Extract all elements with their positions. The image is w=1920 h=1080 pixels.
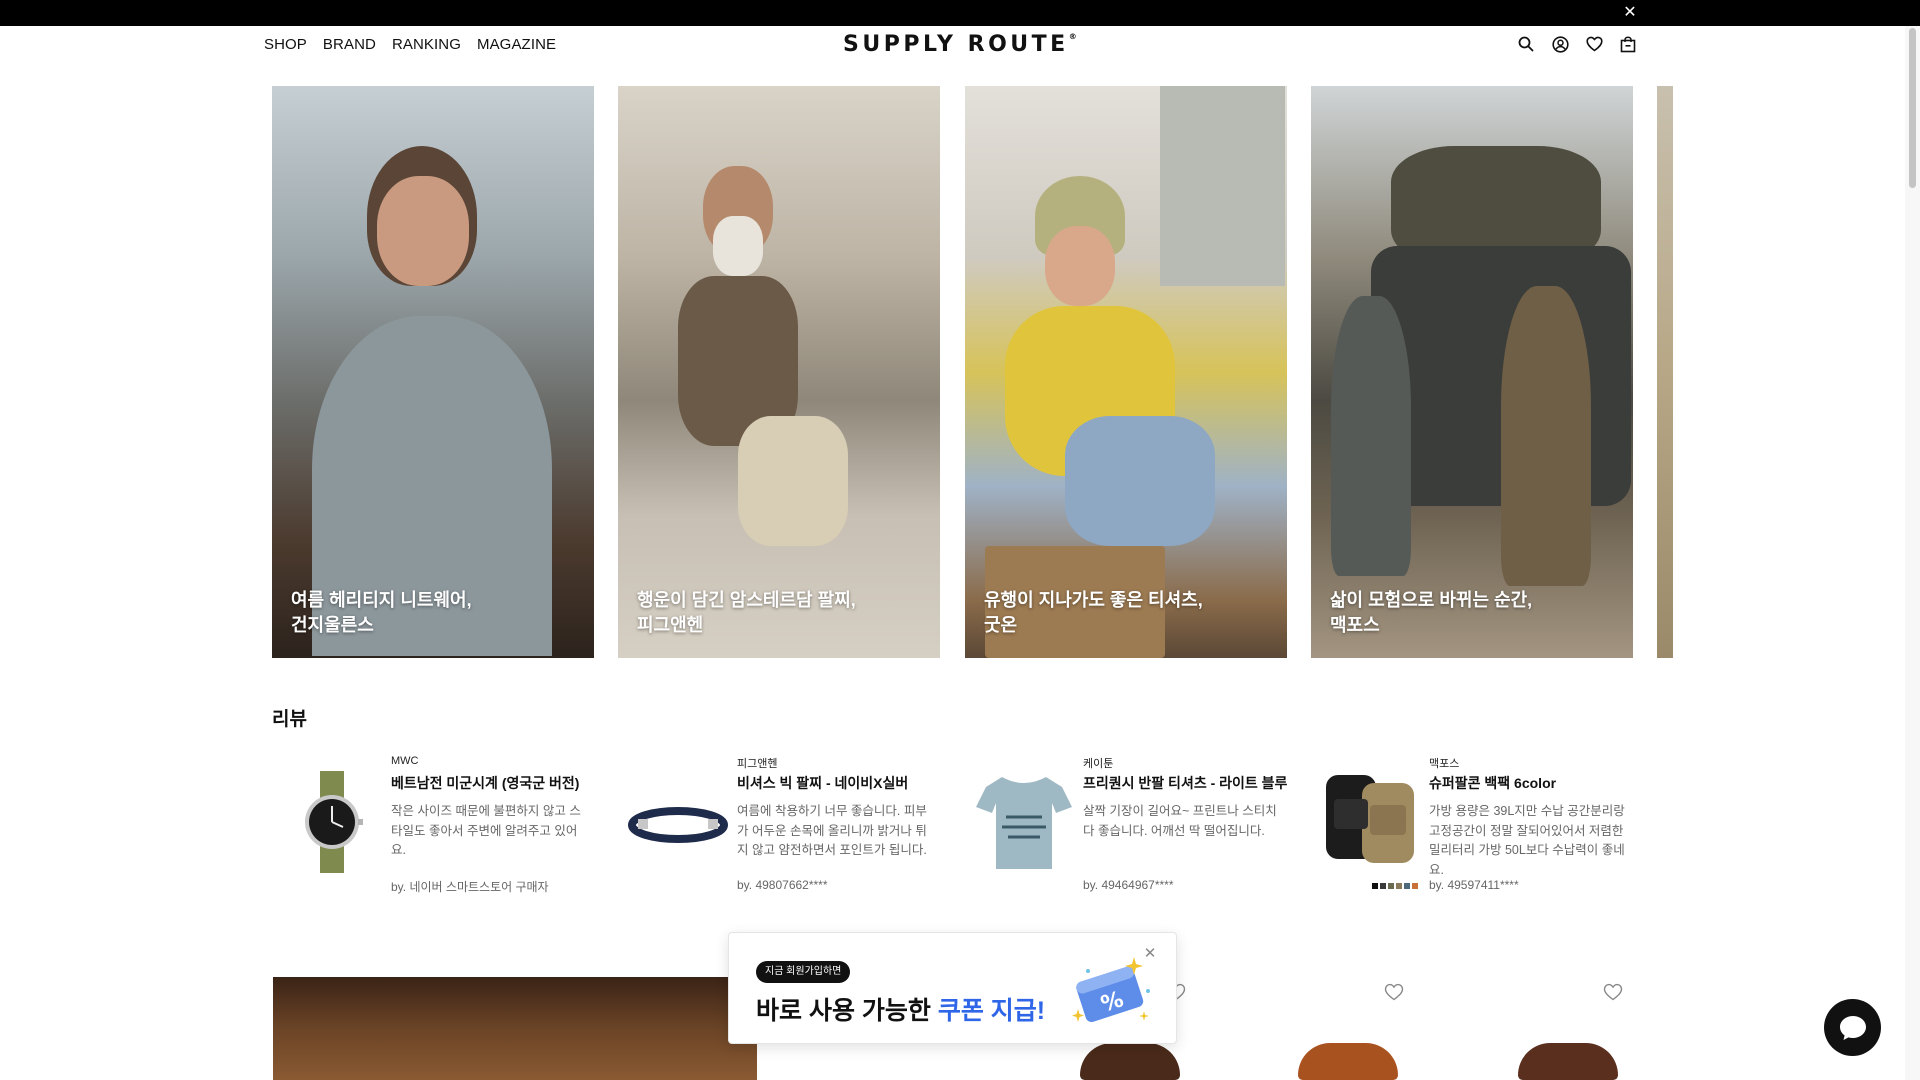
logo-registered-mark: ® <box>1068 32 1077 41</box>
review-text: 살짝 기장이 길어요~ 프린트나 스티치 다 좋습니다. 어깨선 딱 떨어집니다… <box>1083 804 1277 838</box>
review-item[interactable]: MWC 베트남전 미군시계 (영국군 버전) 작은 사이즈 때문에 불편하지 않… <box>272 755 594 900</box>
carousel-card-partial[interactable] <box>1657 86 1673 658</box>
card-image <box>1311 86 1633 658</box>
review-author: by. 49597411**** <box>1429 878 1519 892</box>
card-image <box>965 86 1287 658</box>
carousel-card[interactable]: 삶이 모험으로 바뀌는 순간, 맥포스 <box>1311 86 1633 658</box>
card-caption: 유행이 지나가도 좋은 티셔츠, 굿온 <box>984 588 1203 638</box>
product-thumbnail-bracelet <box>626 769 730 875</box>
review-product-name[interactable]: 슈퍼팔콘 백팩 6color <box>1429 773 1556 793</box>
announcement-close-button[interactable]: ✕ <box>1620 3 1640 23</box>
carousel-card[interactable]: 유행이 지나가도 좋은 티셔츠, 굿온 <box>965 86 1287 658</box>
product-image-shoe[interactable] <box>1518 1043 1618 1080</box>
page-scrollbar[interactable] <box>1905 26 1920 1080</box>
product-image-shoe[interactable] <box>1298 1043 1398 1080</box>
swatch[interactable] <box>1388 883 1394 889</box>
product-thumbnail-watch <box>280 769 384 875</box>
search-icon[interactable] <box>1516 34 1536 54</box>
review-author: by. 49464967**** <box>1083 878 1174 892</box>
swatch[interactable] <box>1412 883 1418 889</box>
review-author: by. 49807662**** <box>737 878 828 892</box>
caption-line: 유행이 지나가도 좋은 티셔츠, <box>984 590 1203 610</box>
coupon-icon: % <box>1068 951 1154 1031</box>
review-product-name[interactable]: 베트남전 미군시계 (영국군 버전) <box>391 773 579 793</box>
main-nav: SHOP BRAND RANKING MAGAZINE <box>264 36 556 53</box>
feature-banner-image[interactable] <box>273 977 757 1080</box>
review-brand: 맥포스 <box>1429 758 1460 770</box>
reviews-list: MWC 베트남전 미군시계 (영국군 버전) 작은 사이즈 때문에 불편하지 않… <box>272 755 1672 900</box>
review-author: by. 네이버 스마트스토어 구매자 <box>391 880 549 894</box>
scrollbar-thumb[interactable] <box>1909 28 1916 188</box>
popup-title-accent: 쿠폰 지급! <box>937 997 1046 1025</box>
review-item[interactable]: 피그앤헨 비셔스 빅 팔찌 - 네이비X실버 여름에 착용하기 너무 좋습니다.… <box>618 755 940 900</box>
popup-title: 바로 사용 가능한 쿠폰 지급! <box>756 991 1045 1027</box>
caption-line: 맥포스 <box>1330 615 1380 635</box>
review-product-name[interactable]: 프리퀀시 반팔 티셔츠 - 라이트 블루 <box>1083 773 1287 793</box>
nav-shop[interactable]: SHOP <box>264 36 307 53</box>
swatch[interactable] <box>1372 883 1378 889</box>
carousel-card[interactable]: 행운이 담긴 암스테르담 팔찌, 피그앤헨 <box>618 86 940 658</box>
site-header: SHOP BRAND RANKING MAGAZINE SUPPLY ROUTE… <box>0 26 1905 66</box>
review-text: 여름에 착용하기 너무 좋습니다. 피부가 어두운 손목에 올리니까 밝거나 튀… <box>737 804 927 857</box>
product-image-shoe[interactable] <box>1080 1043 1180 1080</box>
nav-magazine[interactable]: MAGAZINE <box>477 36 556 53</box>
chat-button[interactable] <box>1824 999 1881 1056</box>
magazine-carousel[interactable]: 여름 헤리티지 니트웨어, 건지울른스 행운이 담긴 암스테르담 팔찌, 피그앤… <box>272 86 1673 658</box>
chat-icon <box>1839 1015 1866 1040</box>
card-image <box>272 86 594 658</box>
header-icons <box>1516 34 1638 54</box>
logo-text: SUPPLY ROUTE <box>843 32 1069 57</box>
card-image <box>1657 86 1673 658</box>
wishlist-heart-icon[interactable] <box>1584 34 1604 54</box>
popup-badge: 지금 회원가입하면 <box>756 961 851 983</box>
review-item[interactable]: 맥포스 슈퍼팔콘 백팩 6color 가방 용량은 39L지만 수납 공간분리랑… <box>1310 755 1632 900</box>
swatch[interactable] <box>1380 883 1386 889</box>
carousel-card[interactable]: 여름 헤리티지 니트웨어, 건지울른스 <box>272 86 594 658</box>
review-brand: 피그앤헨 <box>737 758 778 770</box>
shopping-bag-icon[interactable] <box>1618 34 1638 54</box>
review-text: 가방 용량은 39L지만 수납 공간분리랑 고정공간이 정말 잘되어있어서 저렴… <box>1429 804 1625 877</box>
account-icon[interactable] <box>1550 34 1570 54</box>
review-brand: 케이툰 <box>1083 758 1114 770</box>
card-caption: 여름 헤리티지 니트웨어, 건지울른스 <box>291 588 472 638</box>
card-caption: 행운이 담긴 암스테르담 팔찌, 피그앤헨 <box>637 588 856 638</box>
reviews-section-title: 리뷰 <box>272 709 307 730</box>
review-brand: MWC <box>391 755 419 767</box>
site-logo[interactable]: SUPPLY ROUTE® <box>843 32 1077 57</box>
product-thumbnail-backpack <box>1318 769 1422 875</box>
caption-line: 행운이 담긴 암스테르담 팔찌, <box>637 590 856 610</box>
product-thumbnail-tshirt <box>972 769 1076 875</box>
announcement-bar: ✕ <box>0 0 1920 26</box>
caption-line: 여름 헤리티지 니트웨어, <box>291 590 472 610</box>
signup-coupon-popup[interactable]: 지금 회원가입하면 바로 사용 가능한 쿠폰 지급! % ✕ <box>728 932 1177 1044</box>
swatch[interactable] <box>1404 883 1410 889</box>
caption-line: 삶이 모험으로 바뀌는 순간, <box>1330 590 1533 610</box>
swatch[interactable] <box>1396 883 1402 889</box>
popup-close-button[interactable]: ✕ <box>1141 945 1159 963</box>
card-image <box>618 86 940 658</box>
nav-ranking[interactable]: RANKING <box>392 36 461 53</box>
color-swatches <box>1372 883 1418 889</box>
wishlist-heart-icon[interactable] <box>1603 983 1625 1003</box>
wishlist-heart-icon[interactable] <box>1384 983 1406 1003</box>
nav-brand[interactable]: BRAND <box>323 36 376 53</box>
caption-line: 피그앤헨 <box>637 615 704 635</box>
card-caption: 삶이 모험으로 바뀌는 순간, 맥포스 <box>1330 588 1532 638</box>
caption-line: 굿온 <box>984 615 1018 635</box>
review-product-name[interactable]: 비셔스 빅 팔찌 - 네이비X실버 <box>737 773 908 793</box>
caption-line: 건지울른스 <box>291 615 374 635</box>
review-text: 작은 사이즈 때문에 불편하지 않고 스타일도 좋아서 주변에 알려주고 있어요… <box>391 804 581 857</box>
popup-title-text: 바로 사용 가능한 <box>756 997 938 1025</box>
review-item[interactable]: 케이툰 프리퀀시 반팔 티셔츠 - 라이트 블루 살짝 기장이 길어요~ 프린트… <box>964 755 1287 900</box>
